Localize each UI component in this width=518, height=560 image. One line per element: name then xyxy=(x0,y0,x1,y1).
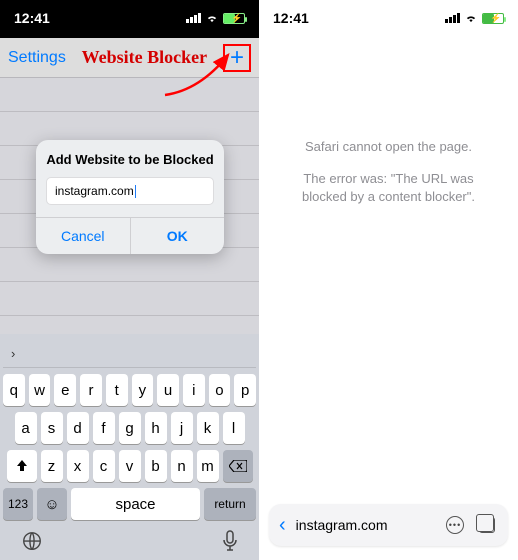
key-i[interactable]: i xyxy=(183,374,205,406)
cellular-icon xyxy=(445,13,460,23)
key-e[interactable]: e xyxy=(54,374,76,406)
clock: 12:41 xyxy=(273,10,309,26)
right-screenshot: 12:41 ⚡ Safari cannot open the page. The… xyxy=(259,0,518,560)
add-button-highlight: + xyxy=(223,44,251,72)
key-r[interactable]: r xyxy=(80,374,102,406)
key-s[interactable]: s xyxy=(41,412,63,444)
chevron-right-icon[interactable]: › xyxy=(11,346,15,361)
back-icon[interactable]: ‹ xyxy=(279,514,286,537)
clock: 12:41 xyxy=(14,10,50,26)
return-key[interactable]: return xyxy=(204,488,256,520)
website-input-value: instagram.com xyxy=(55,184,134,198)
key-z[interactable]: z xyxy=(41,450,63,482)
list-row xyxy=(0,78,259,112)
key-m[interactable]: m xyxy=(197,450,219,482)
key-u[interactable]: u xyxy=(157,374,179,406)
nav-bar: Settings Website Blocker + xyxy=(0,38,259,78)
cellular-icon xyxy=(186,13,201,23)
list-row xyxy=(0,282,259,316)
wifi-icon xyxy=(464,13,478,23)
key-f[interactable]: f xyxy=(93,412,115,444)
mic-icon[interactable] xyxy=(222,530,238,552)
add-website-alert: Add Website to be Blocked instagram.com … xyxy=(36,140,224,254)
emoji-key[interactable]: ☺ xyxy=(37,488,67,520)
key-d[interactable]: d xyxy=(67,412,89,444)
suggestion-bar[interactable]: › xyxy=(3,340,256,368)
key-p[interactable]: p xyxy=(234,374,256,406)
key-n[interactable]: n xyxy=(171,450,193,482)
key-g[interactable]: g xyxy=(119,412,141,444)
key-h[interactable]: h xyxy=(145,412,167,444)
website-input[interactable]: instagram.com xyxy=(46,177,214,205)
key-t[interactable]: t xyxy=(106,374,128,406)
key-k[interactable]: k xyxy=(197,412,219,444)
status-icons: ⚡ xyxy=(445,13,504,24)
battery-icon: ⚡ xyxy=(223,13,245,24)
key-b[interactable]: b xyxy=(145,450,167,482)
delete-key[interactable] xyxy=(223,450,253,482)
annotation-title: Website Blocker xyxy=(82,47,207,68)
key-q[interactable]: q xyxy=(3,374,25,406)
status-icons: ⚡ xyxy=(186,13,245,24)
globe-icon[interactable] xyxy=(21,530,43,552)
key-o[interactable]: o xyxy=(209,374,231,406)
url-text[interactable]: instagram.com xyxy=(296,517,434,533)
alert-title: Add Website to be Blocked xyxy=(36,140,224,177)
key-j[interactable]: j xyxy=(171,412,193,444)
key-v[interactable]: v xyxy=(119,450,141,482)
tabs-icon[interactable] xyxy=(476,514,498,536)
error-line-2: The error was: "The URL was blocked by a… xyxy=(289,170,488,206)
cancel-button[interactable]: Cancel xyxy=(36,218,131,254)
key-w[interactable]: w xyxy=(29,374,51,406)
keyboard: › qwertyuiop asdfghjkl zxcvbnm 123 ☺ spa… xyxy=(0,334,259,560)
error-line-1: Safari cannot open the page. xyxy=(289,138,488,156)
wifi-icon xyxy=(205,13,219,23)
status-bar: 12:41 ⚡ xyxy=(259,0,518,38)
safari-error: Safari cannot open the page. The error w… xyxy=(259,38,518,207)
battery-icon: ⚡ xyxy=(482,13,504,24)
space-key[interactable]: space xyxy=(71,488,200,520)
shift-key[interactable] xyxy=(7,450,37,482)
settings-button[interactable]: Settings xyxy=(8,49,66,67)
page-menu-icon[interactable]: ••• xyxy=(444,514,466,536)
key-y[interactable]: y xyxy=(132,374,154,406)
key-x[interactable]: x xyxy=(67,450,89,482)
safari-address-bar[interactable]: ‹ instagram.com ••• xyxy=(269,504,508,546)
left-screenshot: 12:41 ⚡ Settings Website Blocker + xyxy=(0,0,259,560)
ok-button[interactable]: OK xyxy=(131,218,225,254)
add-button[interactable]: + xyxy=(230,46,244,70)
numbers-key[interactable]: 123 xyxy=(3,488,33,520)
status-bar: 12:41 ⚡ xyxy=(0,0,259,38)
key-l[interactable]: l xyxy=(223,412,245,444)
key-c[interactable]: c xyxy=(93,450,115,482)
key-a[interactable]: a xyxy=(15,412,37,444)
